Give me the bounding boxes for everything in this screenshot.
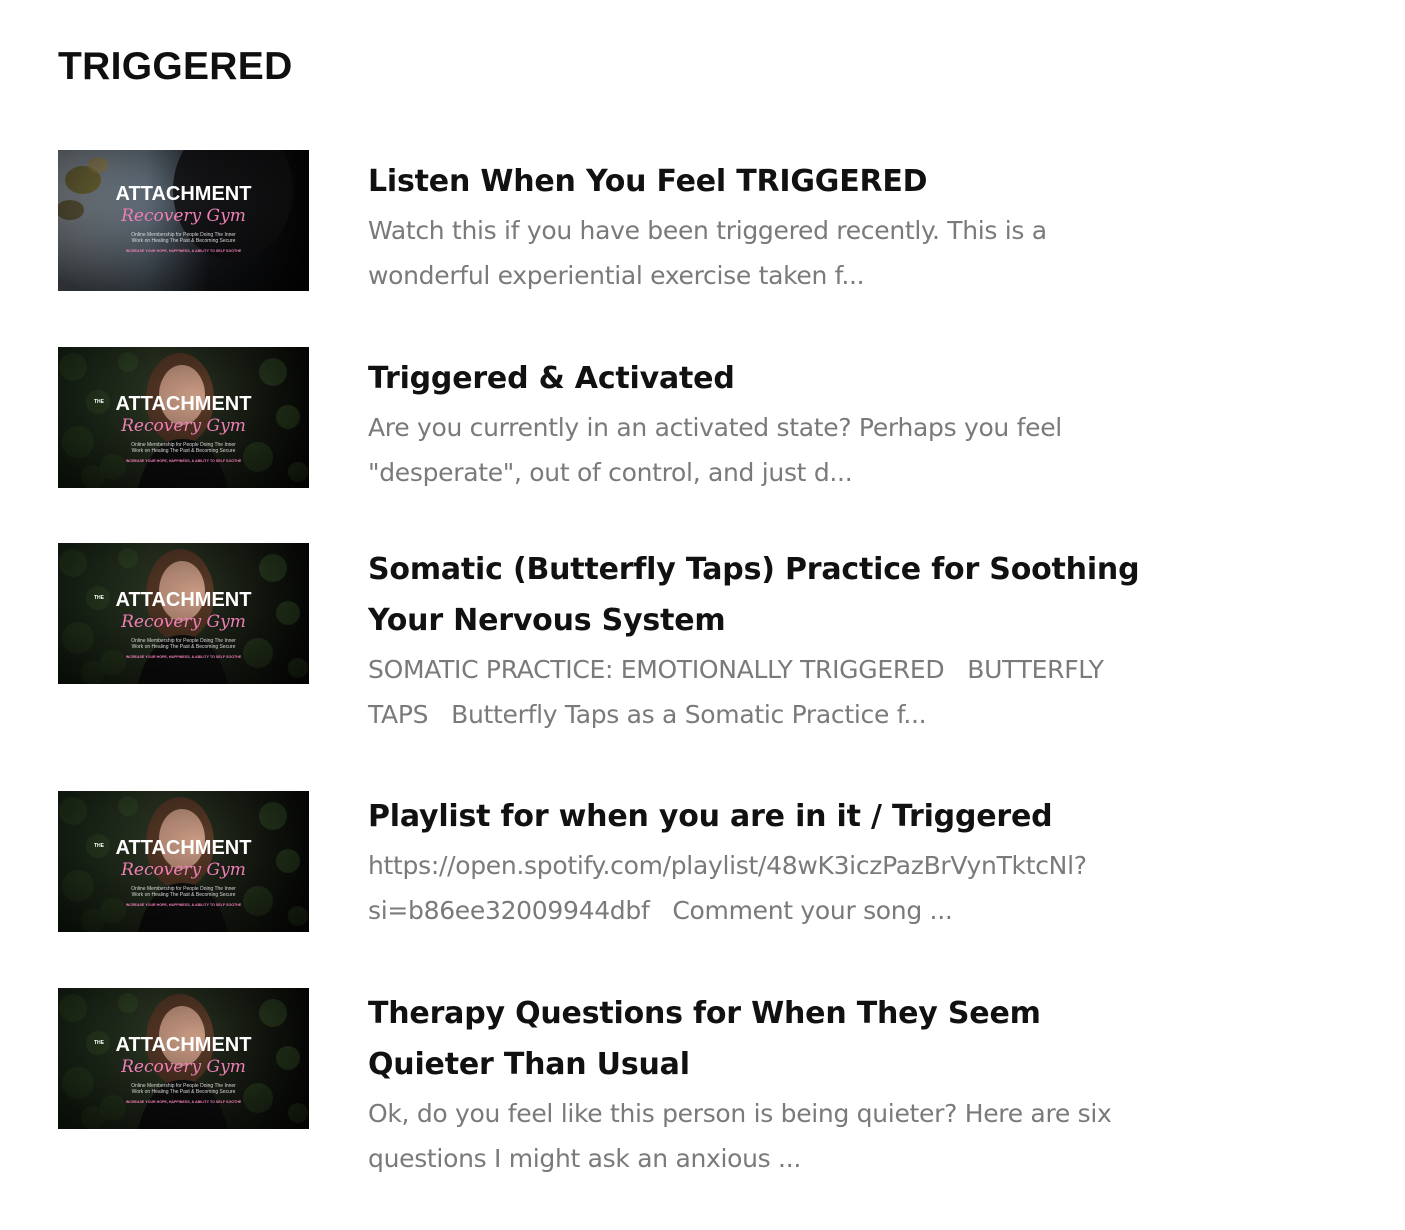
lesson-text: Triggered & Activated Are you currently … [368,353,1168,495]
lesson-thumbnail[interactable]: THE ATTACHMENT Recovery Gym Online Membersh… [58,347,309,488]
thumbnail-tagline: Work on Healing The Past & Becoming Secu… [132,644,236,650]
thumbnail-logo-prefix: THE [94,595,105,601]
thumbnail-logo-prefix: THE [94,1040,105,1046]
lesson-thumbnail[interactable]: THE ATTACHMENT Recovery Gym Online Membersh… [58,791,309,932]
thumbnail-footer: INCREASE YOUR HOPE, HAPPINESS, & ABILITY… [126,903,242,907]
thumbnail-tagline: Work on Healing The Past & Becoming Secu… [132,448,236,454]
thumbnail-image: THE ATTACHMENTRecovery GymOnline Membersh… [58,347,309,488]
thumbnail-logo-prefix: THE [94,843,105,849]
lesson-description: https://open.spotify.com/playlist/48wK3i… [368,851,1087,925]
lesson-description: SOMATIC PRACTICE: EMOTIONALLY TRIGGERED … [368,655,1112,729]
thumbnail-footer: INCREASE YOUR HOPE, HAPPINESS, & ABILITY… [126,459,242,463]
thumbnail-logo-prefix: THE [94,399,105,405]
lesson-thumbnail[interactable]: THE ATTACHMENT Recovery Gym Online Membersh… [58,543,309,684]
thumbnail-logo-word: ATTACHMENT [116,183,252,205]
thumbnail-logo-word: ATTACHMENT [116,837,252,859]
thumbnail-tagline: Work on Healing The Past & Becoming Secu… [132,238,236,244]
lesson-description: Ok, do you feel like this person is bein… [368,1099,1120,1173]
thumbnail-logo-script: Recovery Gym [120,612,246,632]
lesson-title[interactable]: Playlist for when you are in it / Trigge… [368,791,1168,842]
lesson-title[interactable]: Somatic (Butterfly Taps) Practice for So… [368,544,1168,646]
lesson-text: Therapy Questions for When They Seem Qui… [368,988,1168,1181]
thumbnail-logo-word: ATTACHMENT [116,1034,252,1056]
thumbnail-tagline: Work on Healing The Past & Becoming Secu… [132,1089,236,1095]
lesson-text: Somatic (Butterfly Taps) Practice for So… [368,544,1168,737]
lesson-thumbnail[interactable]: THE ATTACHMENT Recovery Gym Online Membersh… [58,988,309,1129]
thumbnail-footer: INCREASE YOUR HOPE, HAPPINESS, & ABILITY… [126,249,242,253]
thumbnail-logo-script: Recovery Gym [120,1057,246,1077]
lesson-list: ATTACHMENT Recovery Gym Online Membership … [0,0,1405,1230]
thumbnail-image: THE ATTACHMENTRecovery GymOnline Membersh… [58,988,309,1129]
thumbnail-logo-word: ATTACHMENT [116,589,252,611]
lesson-title[interactable]: Triggered & Activated [368,353,1168,404]
thumbnail-footer: INCREASE YOUR HOPE, HAPPINESS, & ABILITY… [126,655,242,659]
thumbnail-image: ATTACHMENTRecovery GymOnline Membership … [58,150,309,291]
lesson-description: Are you currently in an activated state?… [368,413,1070,487]
lesson-text: Listen When You Feel TRIGGERED Watch thi… [368,156,1168,298]
lesson-text: Playlist for when you are in it / Trigge… [368,791,1168,933]
thumbnail-image: THE ATTACHMENTRecovery GymOnline Membersh… [58,791,309,932]
lesson-description: Watch this if you have been triggered re… [368,216,1055,290]
thumbnail-logo-script: Recovery Gym [120,416,246,436]
lesson-title[interactable]: Therapy Questions for When They Seem Qui… [368,988,1168,1090]
lesson-thumbnail[interactable]: ATTACHMENT Recovery Gym Online Membership … [58,150,309,291]
thumbnail-logo-script: Recovery Gym [120,860,246,880]
thumbnail-tagline: Work on Healing The Past & Becoming Secu… [132,892,236,898]
thumbnail-logo-script: Recovery Gym [120,206,246,226]
thumbnail-image: THE ATTACHMENTRecovery GymOnline Membersh… [58,543,309,684]
thumbnail-logo-word: ATTACHMENT [116,393,252,415]
lesson-title[interactable]: Listen When You Feel TRIGGERED [368,156,1168,207]
thumbnail-footer: INCREASE YOUR HOPE, HAPPINESS, & ABILITY… [126,1100,242,1104]
